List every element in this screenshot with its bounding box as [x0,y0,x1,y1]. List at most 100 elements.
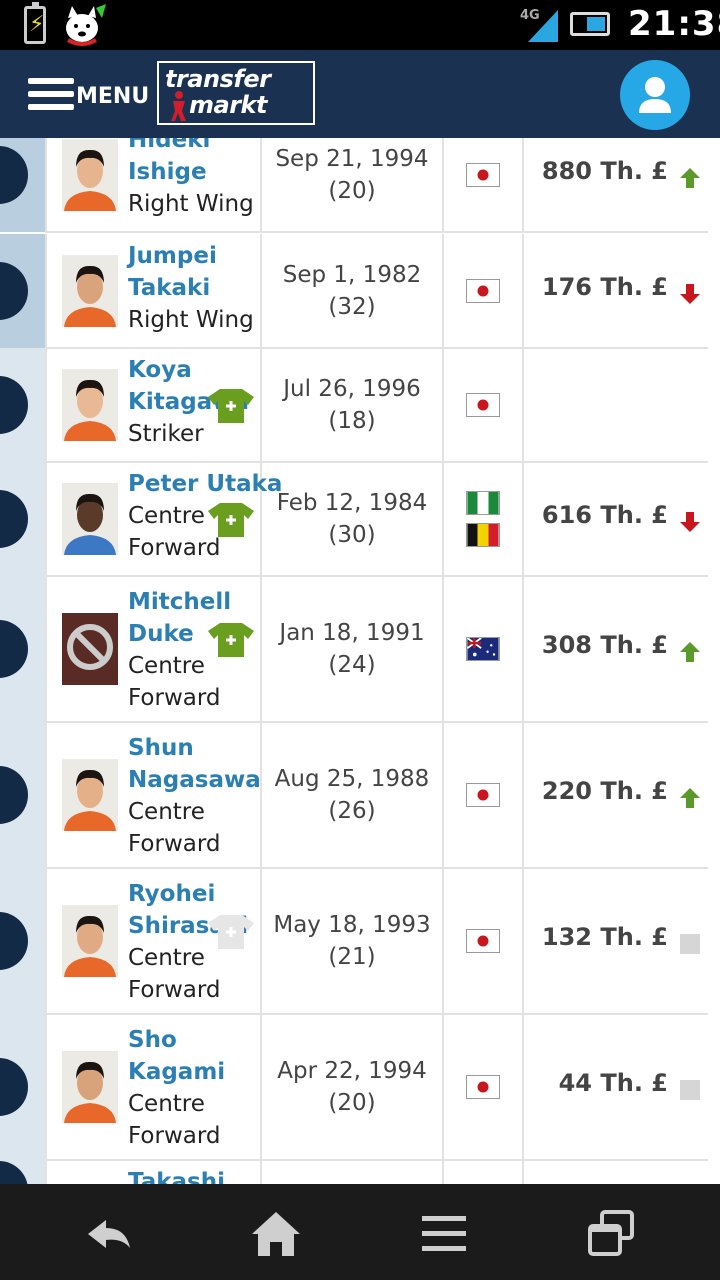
player-row[interactable]: Jumpei Takaki Right Wing Sep 1, 1982 (32) 176… [0,234,710,349]
shirt-number-cell [0,138,45,232]
menu-label: MENU [76,83,150,109]
birth-date: Jan 18, 1991 [279,620,425,646]
loan-shirt-icon [208,389,254,423]
home-icon[interactable] [246,1206,306,1262]
value-up-arrow-icon [680,642,700,662]
player-position: Centre [128,945,205,971]
player-name-link[interactable]: Mitchell [128,586,231,618]
user-profile-button[interactable] [620,60,690,130]
player-position: Forward [128,685,221,711]
birth-date: Sep 1, 1982 [282,262,422,288]
value-unchanged-icon [680,934,700,954]
menu-button[interactable]: MENU [28,76,149,112]
shirt-number-cell [0,576,45,722]
player-name-link[interactable]: Hideki [128,138,210,156]
player-photo[interactable] [62,613,118,685]
player-position: Right Wing [128,307,254,333]
no-photo-icon [62,613,118,685]
flag-japan-icon [466,1075,500,1099]
player-photo[interactable] [62,369,118,441]
birth-date: May 18, 1993 [273,912,431,938]
player-portrait [62,905,118,977]
player-name-link[interactable]: Nagasawa [128,764,261,796]
player-row[interactable]: Takashi [0,1160,710,1184]
value-up-arrow-icon [680,788,700,808]
market-value: 220 Th. £ [541,777,668,805]
clock: 21:38 [628,4,720,44]
loan-shirt-icon [208,503,254,537]
value-down-arrow-icon [680,512,700,532]
player-age: (30) [328,522,376,548]
player-name-link[interactable]: Koya [128,354,192,386]
birth-date: Aug 25, 1988 [274,766,430,792]
shirt-number-badge [0,490,28,548]
battery-level-icon [570,12,610,36]
player-name-link[interactable]: Jumpei [128,240,217,272]
player-name-link[interactable]: Ishige [128,156,207,188]
flag-japan-icon [466,279,500,303]
player-photo[interactable] [62,1051,118,1123]
shirt-number-badge [0,1058,28,1116]
player-photo[interactable] [62,759,118,831]
player-portrait [62,759,118,831]
signal-strength-icon [528,10,558,42]
flag-japan-icon [466,393,500,417]
player-portrait [62,483,118,555]
value-up-arrow-icon [680,168,700,188]
shirt-number-badge [0,376,28,434]
value-down-arrow-icon [680,284,700,304]
logo-player-icon [171,91,186,121]
system-navigation-bar [0,1184,720,1280]
player-portrait [62,369,118,441]
player-photo[interactable] [62,483,118,555]
player-position: Forward [128,535,221,561]
player-age: (32) [328,294,376,320]
player-position: Centre [128,799,205,825]
player-row[interactable]: Peter Utaka Centre Forward Feb 12, 1984 (30)… [0,462,710,577]
player-row[interactable]: Mitchell Duke Centre Forward Jan 18, 1991 (24… [0,576,710,723]
app-header: MENU transfer markt [0,50,720,138]
player-position: Centre [128,653,205,679]
recent-apps-icon[interactable] [582,1206,642,1262]
transfermarkt-logo[interactable]: transfer markt [157,61,315,125]
player-photo[interactable] [62,255,118,327]
shirt-number-cell [0,234,45,348]
value-unchanged-icon [680,1080,700,1100]
player-position: Centre [128,1091,205,1117]
back-icon[interactable] [80,1206,140,1262]
flag-japan-icon [466,163,500,187]
player-age: (24) [328,652,376,678]
menu-icon[interactable] [414,1206,474,1262]
player-row[interactable]: Sho Kagami Centre Forward Apr 22, 1994 (20) 44… [0,1014,710,1161]
player-position: Forward [128,977,221,1003]
player-row[interactable]: Ryohei Shirasaki Centre Forward May 18, 1993… [0,868,710,1015]
player-name-link[interactable]: Shun [128,732,194,764]
player-name-link[interactable]: Sho [128,1024,177,1056]
player-name-link[interactable]: Takaki [128,272,210,304]
player-photo[interactable] [62,905,118,977]
birth-date: Feb 12, 1984 [276,490,428,516]
player-name-link[interactable]: Peter Utaka [128,468,282,500]
birth-date: Jul 26, 1996 [283,376,421,402]
player-name-link[interactable]: Kagami [128,1056,225,1088]
market-value: 44 Th. £ [558,1069,668,1097]
player-name-link[interactable]: Takashi [128,1166,225,1184]
battery-charging-icon: ⚡ [24,2,46,44]
player-photo[interactable] [62,139,118,211]
player-position: Forward [128,831,221,857]
user-icon [639,77,671,113]
player-name-link[interactable]: Ryohei [128,878,215,910]
market-value: 616 Th. £ [541,501,668,529]
loan-shirt-icon [208,623,254,657]
squad-table[interactable]: Hideki Ishige Right Wing Sep 21, 1994 (20) 88… [0,138,720,1184]
player-name-link[interactable]: Duke [128,618,194,650]
shirt-number-cell [0,722,45,868]
player-row[interactable]: Koya Kitagawa Striker Jul 26, 1996 (18) [0,348,710,463]
flag-belgium-icon [466,523,500,547]
player-portrait [62,1051,118,1123]
player-row[interactable]: Hideki Ishige Right Wing Sep 21, 1994 (20) 88… [0,138,710,233]
shirt-number-cell [0,1014,45,1160]
market-value: 308 Th. £ [541,631,668,659]
shirt-number-cell [0,348,45,462]
player-row[interactable]: Shun Nagasawa Centre Forward Aug 25, 1988 (26… [0,722,710,869]
